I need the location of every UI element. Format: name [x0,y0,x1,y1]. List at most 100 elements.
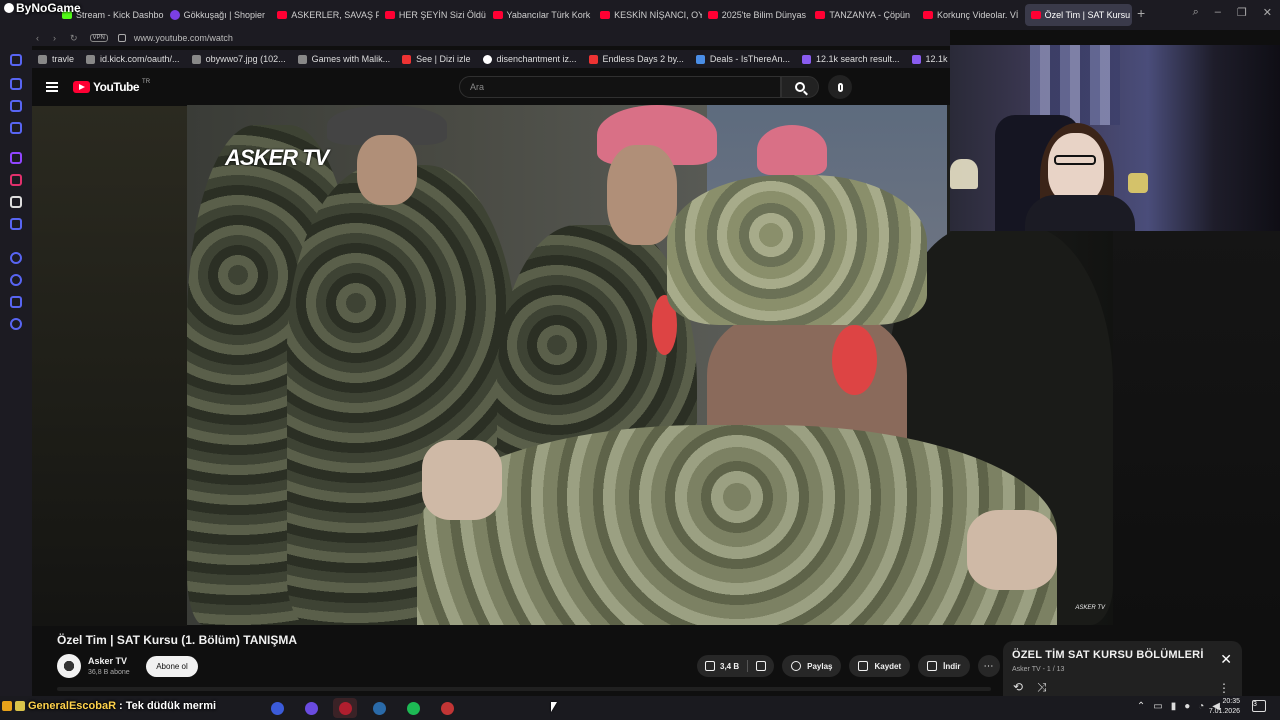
search-result-icon [911,54,921,64]
bookmark-obywwo7[interactable]: obywwo7.jpg (102... [186,50,292,68]
bookmark-endless-days[interactable]: Endless Days 2 by... [583,50,690,68]
bookmark-deals[interactable]: Deals - IsThereAn... [690,50,796,68]
search-input[interactable]: Ara [459,76,781,98]
page-icon [86,54,96,64]
youtube-logo[interactable]: YouTube TR [73,79,150,94]
desk-toy [1128,173,1148,193]
dislike-button[interactable] [748,655,774,677]
sidebar-icon-1[interactable] [10,54,22,66]
taskbar-app-6[interactable] [435,698,459,718]
instructor-back [417,425,1057,625]
bookmark-travle[interactable]: travle [32,50,80,68]
sidebar-icon-3[interactable] [10,100,22,112]
youtube-icon [815,11,826,19]
video-actions: 3,4 B Paylaş Kaydet İndir ⋯ [697,655,1000,677]
screen: Stream - Kick Dashbo Gökkuşağı | Shopier… [0,0,1280,720]
back-icon[interactable]: ‹ [36,33,39,44]
instructor-ear [832,325,877,395]
playlist-title[interactable]: ÖZEL TİM SAT KURSU BÖLÜMLERİ [1012,649,1204,661]
nav-buttons: ‹ › ↻ [0,33,78,44]
tab-keskin-nisanci[interactable]: KESKİN NİŞANCI, OY [594,4,702,26]
usb-icon[interactable]: ▮ [1171,701,1177,712]
play-icon [402,54,412,64]
discord-icon[interactable] [10,218,22,230]
search-tabs-icon[interactable]: ⌕ [1193,6,1199,19]
mic-tray-icon[interactable]: ● [1184,701,1190,712]
youtube-icon [277,11,288,19]
bookmark-icon [858,661,869,671]
history-icon[interactable] [10,274,22,286]
x-icon[interactable] [10,196,22,208]
youtube-wordmark: YouTube [93,80,140,94]
shuffle-icon[interactable]: ⤨ [1037,680,1047,695]
bookmark-disenchantment[interactable]: disenchantment iz... [477,50,583,68]
new-tab-button[interactable]: + [1132,4,1150,22]
bookmark-kick-oauth[interactable]: id.kick.com/oauth/... [80,50,186,68]
brand-name: ByNoGame [16,1,81,15]
reload-icon[interactable]: ↻ [70,33,78,44]
bookmark-search-results-1[interactable]: 12.1k search result... [796,50,906,68]
tab-label: TANZANYA - Çöpün [829,10,911,20]
bookmark-label: See | Dizi izle [416,54,471,64]
chat-username: GeneralEscobaR [28,700,117,712]
window-controls: ⌕ – ❐ ✕ [1193,6,1272,19]
search-button[interactable] [781,76,819,98]
menu-icon[interactable] [46,82,58,92]
taskbar-apps [265,698,459,718]
network-icon[interactable]: ▭ [1153,701,1162,712]
tab-her-seyin[interactable]: HER ŞEYİN Sizi Öldü [379,4,487,26]
save-button[interactable]: Kaydet [849,655,911,677]
minimize-icon[interactable]: – [1215,6,1221,19]
vpn-badge[interactable]: VPN [89,34,108,42]
taskbar-browser-active[interactable] [333,698,357,718]
taskbar-app-2[interactable] [299,698,323,718]
more-actions-button[interactable]: ⋯ [977,655,1000,677]
tab-shopier[interactable]: Gökkuşağı | Shopier [164,4,272,26]
bookmark-dizi-izle[interactable]: See | Dizi izle [396,50,476,68]
microphone-icon [837,82,843,92]
forward-icon[interactable]: › [53,33,56,44]
kebab-menu-icon[interactable]: ⋮ [1218,681,1230,695]
glasses [1054,155,1096,165]
lock-icon[interactable] [117,34,126,42]
share-button[interactable]: Paylaş [782,655,842,677]
game-icon [297,54,307,64]
voice-search-button[interactable] [828,75,852,99]
notification-icon[interactable]: 3 [1252,700,1266,712]
player-icon[interactable] [10,252,22,264]
twitch-icon[interactable] [10,152,22,164]
bookmarks-bar: travle id.kick.com/oauth/... obywwo7.jpg… [0,50,992,68]
youtube-icon [492,11,503,19]
tab-yabancilar[interactable]: Yabancılar Türk Kork [487,4,595,26]
tab-tanzanya[interactable]: TANZANYA - Çöpün [809,4,917,26]
tab-korkunc-videolar[interactable]: Korkunç Videolar. Vİ [917,4,1025,26]
chevron-up-icon[interactable]: ⌃ [1137,701,1145,712]
sidebar-icon-2[interactable] [10,78,22,90]
badge-icon [2,701,12,711]
subscribe-button[interactable]: Abone ol [146,656,198,677]
close-window-icon[interactable]: ✕ [1263,6,1272,19]
taskbar-steam[interactable] [367,698,391,718]
taskbar-app-1[interactable] [265,698,289,718]
clock[interactable]: 20:35 7.01.2026 [1209,697,1240,717]
extensions-icon[interactable] [10,296,22,308]
url-field[interactable]: www.youtube.com/watch [134,33,233,43]
settings-icon[interactable] [10,318,22,330]
youtube-icon [707,11,718,19]
channel-avatar[interactable] [57,654,81,678]
tab-askerler[interactable]: ASKERLER, SAVAŞ F [271,4,379,26]
maximize-icon[interactable]: ❐ [1237,6,1247,19]
channel-name[interactable]: Asker TV [88,656,127,666]
instagram-icon[interactable] [10,174,22,186]
globe-icon [38,54,47,64]
sidebar-icon-4[interactable] [10,122,22,134]
taskbar-spotify[interactable] [401,698,425,718]
loop-icon[interactable]: ⟲ [1013,680,1023,694]
tab-ozel-tim-active[interactable]: Özel Tim | SAT Kursu [1024,4,1133,26]
tab-bilim-dunyasi[interactable]: 2025'te Bilim Dünyas [702,4,810,26]
bookmark-games-malik[interactable]: Games with Malik... [292,50,397,68]
close-icon[interactable]: ✕ [1220,651,1232,668]
like-button[interactable]: 3,4 B [697,655,747,677]
wifi-icon[interactable]: ◔ [1198,701,1204,712]
download-button[interactable]: İndir [918,655,970,677]
